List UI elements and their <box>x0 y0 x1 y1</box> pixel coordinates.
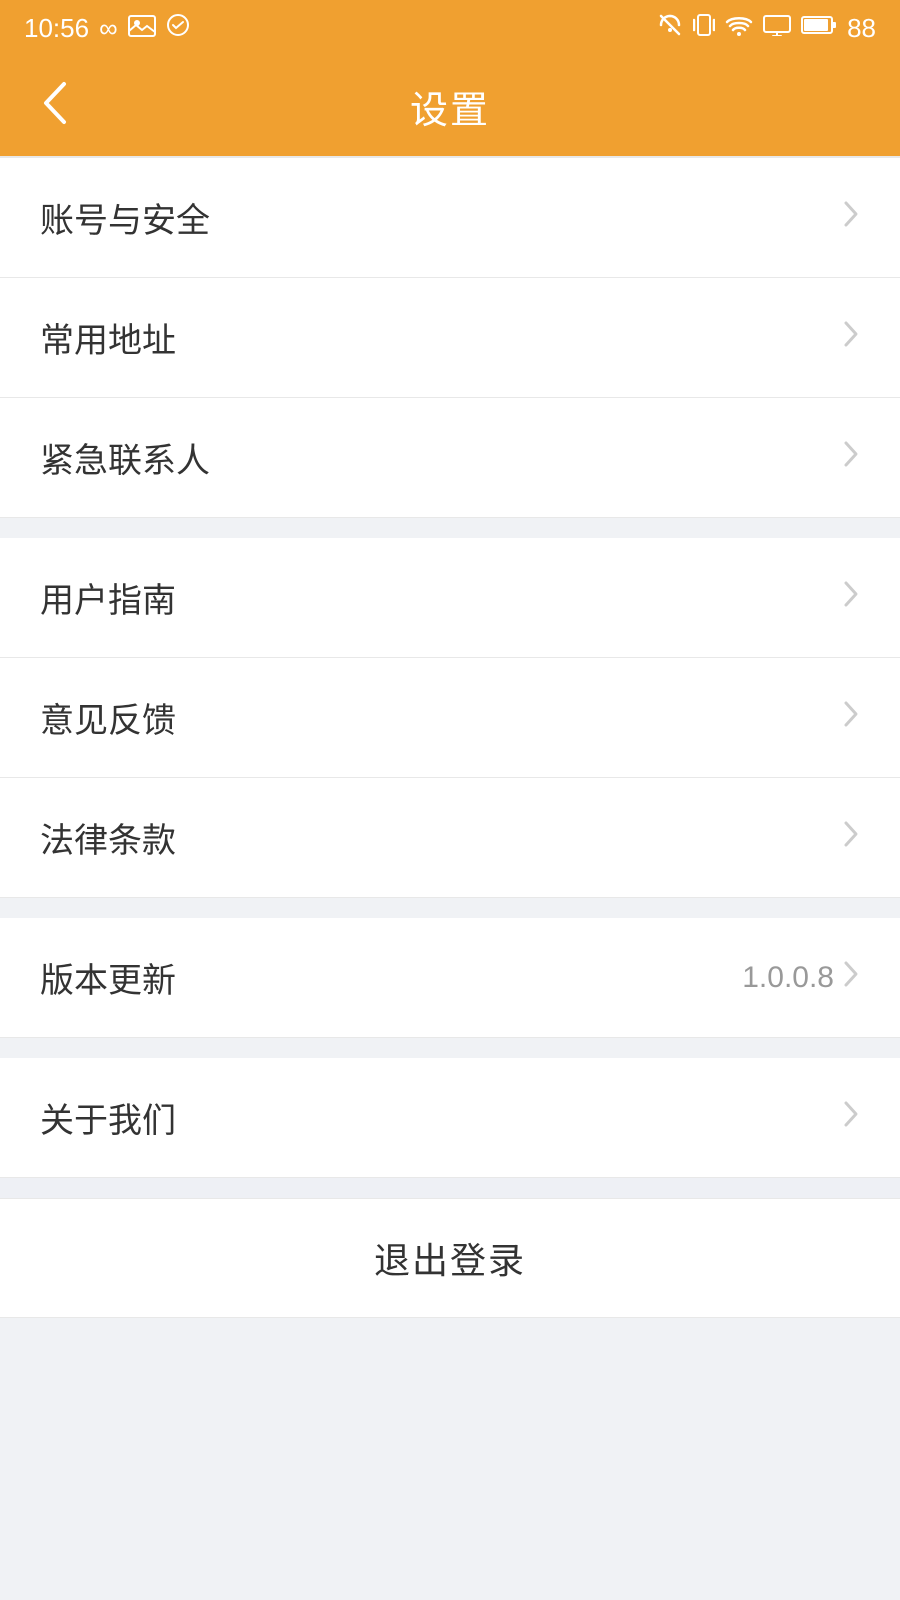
settings-list: 账号与安全 常用地址 紧急联系人 用户指南 意见反馈 法律条款 版本更新 1.0.… <box>0 158 900 1178</box>
settings-item-user-guide[interactable]: 用户指南 <box>0 538 900 658</box>
logout-section: 退出登录 <box>0 1178 900 1318</box>
section-gap <box>0 518 900 538</box>
settings-item-common-address[interactable]: 常用地址 <box>0 278 900 398</box>
chevron-right-icon <box>842 959 860 997</box>
settings-item-right-version-update: 1.0.0.8 <box>742 959 860 997</box>
settings-item-right-about-us <box>842 1099 860 1137</box>
chevron-right-icon <box>842 319 860 357</box>
chevron-right-icon <box>842 819 860 857</box>
battery-icon <box>801 15 837 41</box>
settings-item-label-user-guide: 用户指南 <box>40 573 176 622</box>
chevron-right-icon <box>842 699 860 737</box>
status-right: 88 <box>657 12 876 44</box>
settings-item-right-emergency-contact <box>842 439 860 477</box>
settings-item-right-common-address <box>842 319 860 357</box>
settings-item-label-account-security: 账号与安全 <box>40 193 210 242</box>
signal-off-icon <box>657 12 683 44</box>
image-icon <box>128 13 156 44</box>
checkmark-icon <box>166 13 190 44</box>
status-bar: 10:56 ∞ <box>0 0 900 56</box>
settings-item-right-account-security <box>842 199 860 237</box>
page-title: 设置 <box>410 79 490 134</box>
logout-label: 退出登录 <box>374 1232 526 1284</box>
version-text-version-update: 1.0.0.8 <box>742 961 834 995</box>
settings-item-version-update[interactable]: 版本更新 1.0.0.8 <box>0 918 900 1038</box>
settings-item-label-version-update: 版本更新 <box>40 953 176 1002</box>
settings-item-feedback[interactable]: 意见反馈 <box>0 658 900 778</box>
chevron-right-icon <box>842 579 860 617</box>
settings-item-label-legal-terms: 法律条款 <box>40 813 176 862</box>
logout-button[interactable]: 退出登录 <box>0 1198 900 1318</box>
settings-item-label-feedback: 意见反馈 <box>40 693 176 742</box>
chevron-right-icon <box>842 199 860 237</box>
settings-item-label-emergency-contact: 紧急联系人 <box>40 433 210 482</box>
chevron-right-icon <box>842 1099 860 1137</box>
nav-bar: 设置 <box>0 56 900 156</box>
section-gap <box>0 1038 900 1058</box>
settings-item-right-feedback <box>842 699 860 737</box>
settings-item-account-security[interactable]: 账号与安全 <box>0 158 900 278</box>
time-display: 10:56 <box>24 13 89 44</box>
screen-icon <box>763 14 791 42</box>
status-left: 10:56 ∞ <box>24 13 190 44</box>
settings-item-label-about-us: 关于我们 <box>40 1093 176 1142</box>
back-button[interactable] <box>30 70 78 143</box>
settings-item-right-user-guide <box>842 579 860 617</box>
settings-item-label-common-address: 常用地址 <box>40 313 176 362</box>
settings-item-emergency-contact[interactable]: 紧急联系人 <box>0 398 900 518</box>
wifi-icon <box>725 14 753 42</box>
chevron-right-icon <box>842 439 860 477</box>
infinity-icon: ∞ <box>99 13 118 44</box>
section-gap <box>0 898 900 918</box>
battery-level: 88 <box>847 13 876 44</box>
settings-item-right-legal-terms <box>842 819 860 857</box>
settings-item-legal-terms[interactable]: 法律条款 <box>0 778 900 898</box>
settings-item-about-us[interactable]: 关于我们 <box>0 1058 900 1178</box>
vibrate-icon <box>693 12 715 44</box>
